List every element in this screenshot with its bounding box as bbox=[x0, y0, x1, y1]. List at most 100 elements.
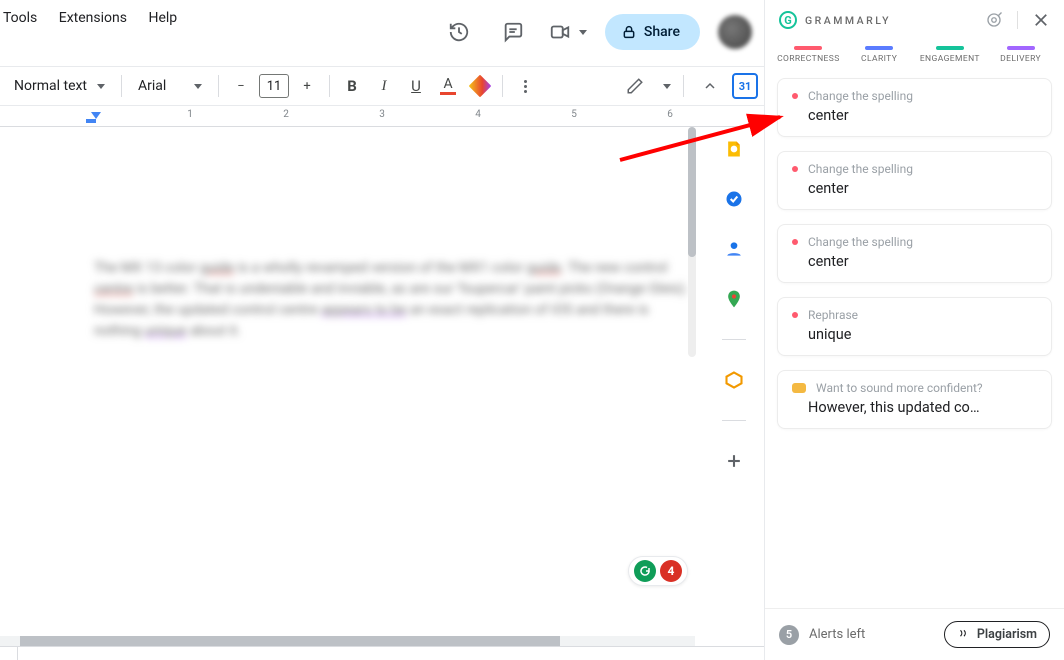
tab-label: DELIVERY bbox=[987, 54, 1054, 64]
meet-button[interactable] bbox=[549, 21, 587, 43]
left-indent-marker[interactable] bbox=[86, 119, 96, 123]
highlight-button[interactable] bbox=[466, 72, 494, 100]
tab-clarity[interactable]: CLARITY bbox=[846, 46, 913, 64]
editing-mode-button[interactable] bbox=[621, 72, 649, 100]
ruler-mark: 3 bbox=[379, 109, 385, 120]
lock-icon bbox=[621, 24, 637, 40]
paragraph-style-label: Normal text bbox=[14, 78, 87, 94]
separator bbox=[218, 75, 219, 97]
underline-button[interactable]: U bbox=[402, 72, 430, 100]
grammarly-footer: 5 Alerts left Plagiarism bbox=[765, 608, 1064, 660]
add-addon-button[interactable] bbox=[724, 451, 744, 471]
font-size-input[interactable]: 11 bbox=[259, 74, 289, 98]
grammarly-tabs: CORRECTNESS CLARITY ENGAGEMENT DELIVERY bbox=[765, 40, 1064, 66]
ruler-divider bbox=[0, 126, 764, 127]
google-docs-area: Tools Extensions Help Share Normal text … bbox=[0, 0, 764, 660]
vertical-scrollbar[interactable] bbox=[688, 127, 696, 357]
maps-icon[interactable] bbox=[724, 289, 744, 309]
italic-button[interactable]: I bbox=[370, 72, 398, 100]
font-family-label: Arial bbox=[138, 78, 166, 94]
tab-engagement[interactable]: ENGAGEMENT bbox=[917, 46, 984, 64]
suggestion-card[interactable]: Want to sound more confident? However, t… bbox=[777, 370, 1052, 429]
caret-down-icon bbox=[194, 84, 202, 89]
text-color-button[interactable]: A bbox=[434, 72, 462, 100]
goals-icon[interactable] bbox=[985, 11, 1003, 29]
suggestion-card[interactable]: Rephrase unique bbox=[777, 297, 1052, 356]
decrease-font-button[interactable]: − bbox=[227, 72, 255, 100]
scrollbar-thumb[interactable] bbox=[20, 636, 560, 646]
separator bbox=[683, 75, 684, 97]
keep-icon[interactable] bbox=[724, 139, 744, 159]
font-family-select[interactable]: Arial bbox=[130, 72, 210, 100]
share-button[interactable]: Share bbox=[605, 14, 700, 50]
suggestion-hint: Change the spelling bbox=[808, 162, 913, 176]
caret-down-icon[interactable] bbox=[663, 84, 671, 89]
tasks-icon[interactable] bbox=[724, 189, 744, 209]
tone-icon bbox=[792, 383, 806, 393]
caret-down-icon bbox=[579, 30, 587, 35]
plagiarism-button[interactable]: Plagiarism bbox=[944, 621, 1050, 648]
close-icon[interactable] bbox=[1032, 11, 1050, 29]
grammarly-header: G GRAMMARLY bbox=[765, 0, 1064, 40]
suggestion-card[interactable]: Change the spelling center bbox=[777, 224, 1052, 283]
ruler-mark: 2 bbox=[283, 109, 289, 120]
contacts-icon[interactable] bbox=[724, 239, 744, 259]
suggestion-hint: Want to sound more confident? bbox=[816, 381, 983, 395]
addon-icon[interactable] bbox=[724, 370, 744, 390]
tab-label: ENGAGEMENT bbox=[917, 54, 984, 64]
separator bbox=[121, 75, 122, 97]
divider bbox=[1017, 11, 1018, 29]
severity-dot bbox=[792, 239, 798, 245]
grammarly-floating-badge[interactable]: 4 bbox=[628, 556, 688, 586]
scrollbar-thumb[interactable] bbox=[688, 127, 696, 257]
severity-dot bbox=[792, 93, 798, 99]
ruler-mark: 4 bbox=[475, 109, 481, 120]
explore-tab[interactable] bbox=[0, 647, 18, 660]
paragraph-style-select[interactable]: Normal text bbox=[6, 72, 113, 100]
first-line-indent-marker[interactable] bbox=[91, 112, 101, 119]
document-page[interactable]: The MX 13 color guide is a wholly revamp… bbox=[0, 150, 695, 640]
document-body-text[interactable]: The MX 13 color guide is a wholly revamp… bbox=[94, 258, 694, 342]
share-label: Share bbox=[644, 24, 680, 40]
suggestion-list: Change the spelling center Change the sp… bbox=[765, 66, 1064, 608]
ruler[interactable]: 1 2 3 4 5 6 bbox=[0, 106, 764, 126]
suggestion-hint: Rephrase bbox=[808, 308, 858, 322]
formatting-toolbar: Normal text Arial − 11 + B I U A 31 bbox=[0, 66, 764, 106]
horizontal-scrollbar[interactable] bbox=[0, 636, 695, 646]
grammarly-panel: G GRAMMARLY CORRECTNESS CLARITY ENGAGEME… bbox=[764, 0, 1064, 660]
more-options-button[interactable] bbox=[511, 72, 539, 100]
ruler-mark: 5 bbox=[571, 109, 577, 120]
ruler-mark: 1 bbox=[187, 109, 193, 120]
tab-delivery[interactable]: DELIVERY bbox=[987, 46, 1054, 64]
suggestion-card[interactable]: Change the spelling center bbox=[777, 151, 1052, 210]
menu-help[interactable]: Help bbox=[148, 10, 177, 26]
increase-font-button[interactable]: + bbox=[293, 72, 321, 100]
suggestion-text: center bbox=[808, 253, 1037, 270]
bold-button[interactable]: B bbox=[338, 72, 366, 100]
severity-dot bbox=[792, 312, 798, 318]
divider bbox=[722, 339, 746, 340]
menu-tools[interactable]: Tools bbox=[3, 10, 37, 26]
plagiarism-label: Plagiarism bbox=[977, 627, 1037, 642]
tab-label: CLARITY bbox=[846, 54, 913, 64]
user-avatar[interactable] bbox=[718, 15, 752, 49]
calendar-icon[interactable]: 31 bbox=[732, 73, 758, 99]
collapse-toolbar-button[interactable] bbox=[696, 72, 724, 100]
status-bar bbox=[0, 646, 764, 660]
tab-label: CORRECTNESS bbox=[775, 54, 842, 64]
history-icon[interactable] bbox=[441, 14, 477, 50]
suggestion-text: unique bbox=[808, 326, 1037, 343]
suggestion-card[interactable]: Change the spelling center bbox=[777, 78, 1052, 137]
suggestion-hint: Change the spelling bbox=[808, 89, 913, 103]
menu-extensions[interactable]: Extensions bbox=[59, 10, 127, 26]
comments-icon[interactable] bbox=[495, 14, 531, 50]
google-side-panel bbox=[706, 127, 762, 471]
alerts-count-badge: 5 bbox=[779, 625, 799, 645]
separator bbox=[329, 75, 330, 97]
tab-correctness[interactable]: CORRECTNESS bbox=[775, 46, 842, 64]
divider bbox=[722, 420, 746, 421]
severity-dot bbox=[792, 166, 798, 172]
plagiarism-icon bbox=[957, 628, 971, 642]
alerts-left-label: Alerts left bbox=[809, 627, 865, 642]
suggestion-hint: Change the spelling bbox=[808, 235, 913, 249]
